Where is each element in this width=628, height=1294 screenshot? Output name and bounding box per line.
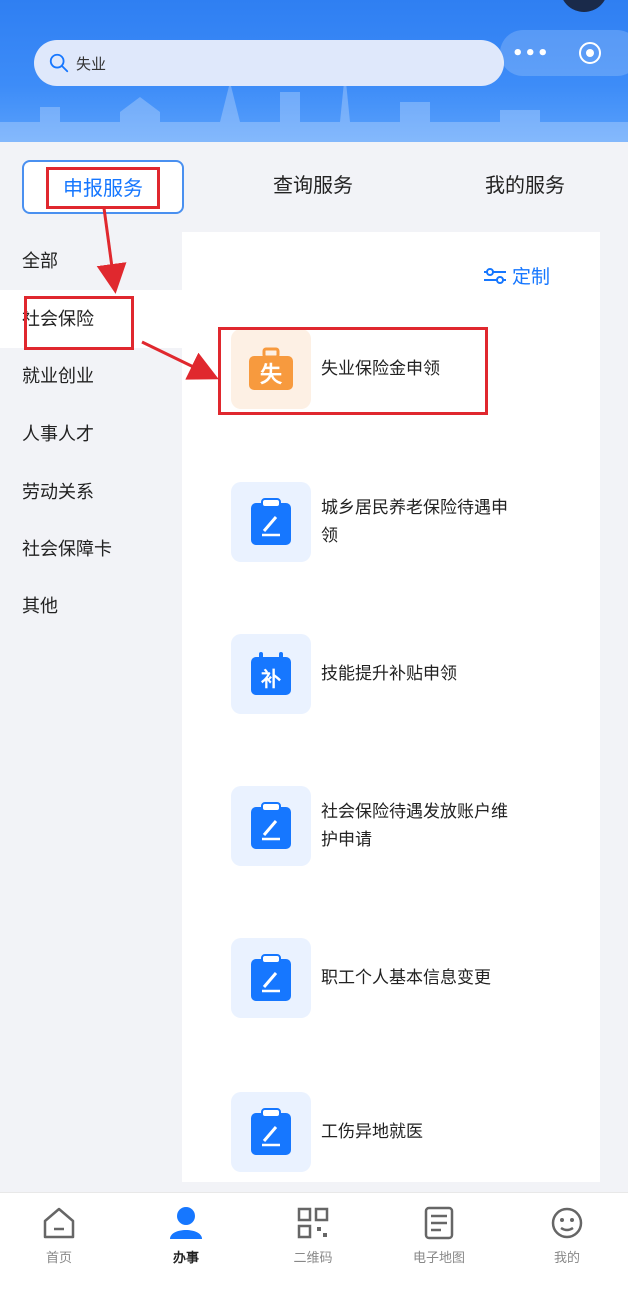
service-tabs: 申报服务 查询服务 我的服务 bbox=[0, 142, 628, 232]
clipboard-edit-icon bbox=[251, 802, 291, 849]
nav-mine[interactable]: 我的 bbox=[527, 1203, 607, 1266]
nav-label: 我的 bbox=[553, 1251, 580, 1266]
clipboard-edit-icon bbox=[251, 1108, 291, 1155]
nav-services[interactable]: 办事 bbox=[146, 1203, 226, 1266]
service-icon-tile bbox=[231, 786, 311, 866]
sidebar-item-labor-relations[interactable]: 劳动关系 bbox=[22, 471, 94, 515]
calendar-subsidy-icon: 补 bbox=[251, 652, 291, 695]
nav-label: 首页 bbox=[45, 1251, 72, 1266]
service-pension-claim[interactable]: 城乡居民养老保险待遇申领 bbox=[231, 482, 591, 562]
smile-icon bbox=[551, 1207, 583, 1239]
highlight-box-service bbox=[218, 327, 488, 415]
service-icon-tile bbox=[231, 938, 311, 1018]
service-injury-medical-remote[interactable]: 工伤异地就医 bbox=[231, 1092, 591, 1172]
person-icon bbox=[170, 1207, 202, 1239]
service-icon-tile bbox=[231, 1092, 311, 1172]
home-icon bbox=[43, 1207, 75, 1239]
service-info-change[interactable]: 职工个人基本信息变更 bbox=[231, 938, 591, 1018]
clipboard-edit-icon bbox=[251, 954, 291, 1001]
service-label: 工伤异地就医 bbox=[321, 1122, 423, 1142]
nav-qrcode[interactable]: 二维码 bbox=[273, 1203, 353, 1266]
sliders-icon bbox=[483, 267, 506, 284]
sidebar-item-personnel[interactable]: 人事人才 bbox=[22, 413, 94, 457]
bottom-navigation: 首页 办事 二维码 电子地图 我的 bbox=[0, 1192, 628, 1294]
clipboard-edit-icon bbox=[251, 498, 291, 545]
close-target-icon[interactable] bbox=[578, 41, 602, 65]
sidebar-item-employment[interactable]: 就业创业 bbox=[22, 355, 94, 399]
service-icon-tile bbox=[231, 482, 311, 562]
service-skill-subsidy[interactable]: 补 技能提升补贴申领 bbox=[231, 634, 591, 714]
search-icon bbox=[49, 53, 69, 73]
service-account-maintenance[interactable]: 社会保险待遇发放账户维护申请 bbox=[231, 786, 591, 866]
service-label: 技能提升补贴申领 bbox=[321, 664, 457, 684]
sidebar-item-other[interactable]: 其他 bbox=[22, 585, 58, 629]
nav-label: 办事 bbox=[172, 1251, 199, 1266]
tab-query-service[interactable]: 查询服务 bbox=[250, 160, 376, 210]
header-banner: 失业 ••• bbox=[0, 0, 628, 142]
tab-apply-label: 申报服务 bbox=[46, 167, 160, 209]
search-input[interactable]: 失业 bbox=[76, 53, 106, 74]
sidebar-item-social-security-card[interactable]: 社会保障卡 bbox=[22, 528, 112, 572]
customize-button[interactable]: 定制 bbox=[482, 262, 550, 289]
map-doc-icon bbox=[424, 1206, 454, 1240]
service-label: 社会保险待遇发放账户维护申请 bbox=[321, 802, 508, 850]
tab-my-service[interactable]: 我的服务 bbox=[462, 160, 588, 210]
more-icon[interactable]: ••• bbox=[512, 43, 550, 64]
sidebar-item-all[interactable]: 全部 bbox=[22, 240, 58, 284]
mini-program-capsule: ••• bbox=[500, 30, 628, 76]
svg-text:补: 补 bbox=[260, 667, 281, 691]
avatar[interactable] bbox=[560, 0, 608, 12]
tab-apply-service[interactable]: 申报服务 bbox=[22, 160, 184, 214]
customize-label: 定制 bbox=[511, 266, 550, 288]
nav-label: 二维码 bbox=[293, 1251, 333, 1266]
qrcode-icon bbox=[297, 1207, 329, 1239]
nav-label: 电子地图 bbox=[412, 1251, 465, 1266]
nav-map[interactable]: 电子地图 bbox=[399, 1203, 479, 1266]
service-label: 职工个人基本信息变更 bbox=[321, 968, 491, 988]
highlight-box-sidebar bbox=[24, 296, 134, 350]
service-label: 城乡居民养老保险待遇申领 bbox=[321, 498, 508, 546]
service-icon-tile: 补 bbox=[231, 634, 311, 714]
search-bar[interactable]: 失业 bbox=[34, 40, 504, 86]
nav-home[interactable]: 首页 bbox=[19, 1203, 99, 1266]
